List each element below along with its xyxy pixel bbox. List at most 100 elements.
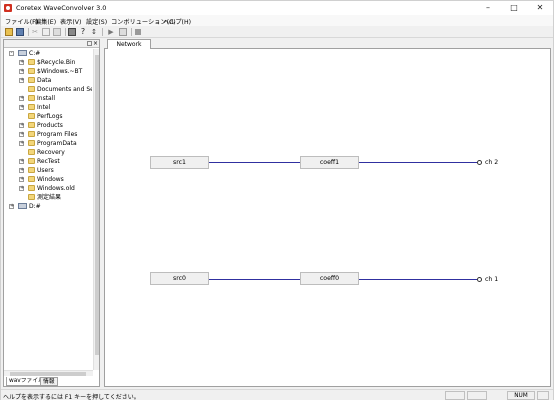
expand-icon[interactable]: + — [19, 123, 24, 128]
tree-item-label: Intel — [37, 104, 51, 111]
tree-item-folder[interactable]: + Windows.old — [4, 184, 92, 193]
connection-wire — [359, 162, 477, 163]
expand-icon[interactable]: + — [19, 132, 24, 137]
export-icon[interactable] — [119, 28, 127, 36]
tree-item-drive[interactable]: - C:# — [4, 49, 92, 58]
toolbar: ✂ ? ↕ ▶ — [1, 26, 553, 38]
tree-item-folder[interactable]: + Program Files — [4, 130, 92, 139]
expand-icon[interactable]: + — [19, 177, 24, 182]
tree-item-folder[interactable]: PerfLogs — [4, 112, 92, 121]
menu-help[interactable]: ヘルプ(H) — [163, 17, 191, 26]
context-help-icon[interactable]: ↕ — [90, 28, 98, 36]
maximize-icon[interactable]: □ — [501, 1, 527, 15]
source-node[interactable]: src0 — [150, 272, 209, 285]
folder-icon — [28, 185, 35, 191]
tree-item-label: Windows — [37, 176, 64, 183]
minimize-icon[interactable]: – — [475, 1, 501, 15]
tree-vertical-scrollbar[interactable] — [93, 49, 99, 370]
expand-icon[interactable]: + — [19, 69, 24, 74]
collapse-icon[interactable]: - — [9, 51, 14, 56]
folder-icon — [28, 140, 35, 146]
tree-item-folder[interactable]: Documents and Settings — [4, 85, 92, 94]
expand-icon[interactable]: + — [19, 96, 24, 101]
tree-item-label: Products — [37, 122, 63, 129]
tree-item-folder[interactable]: + Install — [4, 94, 92, 103]
title-bar: Coretex WaveConvolver 3.0 – □ ✕ — [1, 1, 553, 15]
status-pane-empty — [467, 391, 487, 400]
expand-icon[interactable]: + — [19, 186, 24, 191]
expand-icon[interactable]: + — [19, 159, 24, 164]
tree-horizontal-scrollbar[interactable] — [4, 370, 93, 376]
expand-icon[interactable]: + — [19, 60, 24, 65]
tree-item-label: $Windows.~BT — [37, 68, 83, 75]
tree-item-drive[interactable]: + D:# — [4, 202, 92, 211]
menu-bar: ファイル(F) 編集(E) 表示(V) 設定(S) コンボリューション(C) ヘ… — [1, 15, 553, 26]
save-icon[interactable] — [16, 28, 24, 36]
tree-item-label: Program Files — [37, 131, 78, 138]
network-canvas[interactable]: src1 coeff1 ch 2 src0 coeff0 ch 1 — [104, 48, 551, 387]
open-folder-icon[interactable] — [5, 28, 13, 36]
pane-header: × — [4, 40, 99, 48]
help-icon[interactable]: ? — [79, 28, 87, 36]
tree-item-folder[interactable]: + Intel — [4, 103, 92, 112]
tree-item-label: $Recycle.Bin — [37, 59, 76, 66]
cut-icon[interactable]: ✂ — [31, 28, 39, 36]
tree-item-label: Data — [37, 77, 52, 84]
tree-item-label: RecTest — [37, 158, 60, 165]
folder-icon — [28, 95, 35, 101]
connection-wire — [209, 279, 300, 280]
pane-close-icon[interactable]: × — [93, 40, 98, 47]
output-port[interactable] — [477, 277, 482, 282]
menu-edit[interactable]: 編集(E) — [35, 17, 56, 26]
menu-settings[interactable]: 設定(S) — [86, 17, 107, 26]
expand-icon[interactable]: + — [9, 204, 14, 209]
output-channel-label: ch 1 — [485, 276, 499, 283]
tree-item-label: Windows.old — [37, 185, 75, 192]
menu-view[interactable]: 表示(V) — [60, 17, 81, 26]
coefficient-node[interactable]: coeff0 — [300, 272, 359, 285]
tree-item-folder[interactable]: + $Recycle.Bin — [4, 58, 92, 67]
folder-tree: - C:# + $Recycle.Bin + $Windows.~BT + Data Docum… — [4, 49, 92, 369]
folder-icon — [28, 113, 35, 119]
menu-file[interactable]: ファイル(F) — [5, 17, 38, 26]
pane-pin-icon[interactable] — [87, 41, 92, 46]
drive-icon — [18, 50, 27, 56]
folder-icon — [28, 77, 35, 83]
status-pane-empty — [445, 391, 465, 400]
print-icon[interactable] — [68, 28, 76, 36]
drive-icon — [18, 203, 27, 209]
play-icon[interactable]: ▶ — [107, 28, 115, 36]
folder-icon — [28, 131, 35, 137]
tab-network[interactable]: Network — [107, 39, 151, 49]
tree-item-folder[interactable]: + ProgramData — [4, 139, 92, 148]
scroll-thumb[interactable] — [10, 372, 86, 376]
tree-item-folder[interactable]: + Windows — [4, 175, 92, 184]
close-icon[interactable]: ✕ — [527, 1, 553, 15]
expand-icon[interactable]: + — [19, 141, 24, 146]
tab-info[interactable]: 情報 — [40, 377, 58, 386]
tree-item-folder[interactable]: + RecTest — [4, 157, 92, 166]
scroll-thumb[interactable] — [95, 55, 99, 355]
tree-item-folder[interactable]: 測定結果 — [4, 193, 92, 202]
tree-item-label: D:# — [29, 203, 41, 210]
expand-icon[interactable]: + — [19, 105, 24, 110]
expand-icon[interactable]: + — [19, 78, 24, 83]
toolbar-separator — [28, 28, 29, 36]
tree-item-folder[interactable]: + Users — [4, 166, 92, 175]
source-node[interactable]: src1 — [150, 156, 209, 169]
app-window: Coretex WaveConvolver 3.0 – □ ✕ ファイル(F) … — [0, 0, 554, 400]
tree-item-label: ProgramData — [37, 140, 77, 147]
tree-item-folder[interactable]: + Data — [4, 76, 92, 85]
coefficient-node[interactable]: coeff1 — [300, 156, 359, 169]
copy-icon[interactable] — [42, 28, 50, 36]
tree-item-folder[interactable]: Recovery — [4, 148, 92, 157]
tree-item-label: C:# — [29, 50, 41, 57]
stop-icon[interactable] — [135, 29, 141, 35]
expand-icon[interactable]: + — [19, 168, 24, 173]
tree-item-folder[interactable]: + $Windows.~BT — [4, 67, 92, 76]
app-logo-icon[interactable] — [4, 4, 12, 12]
tree-item-folder[interactable]: + Products — [4, 121, 92, 130]
output-port[interactable] — [477, 160, 482, 165]
paste-icon[interactable] — [53, 28, 61, 36]
window-title: Coretex WaveConvolver 3.0 — [16, 4, 107, 12]
